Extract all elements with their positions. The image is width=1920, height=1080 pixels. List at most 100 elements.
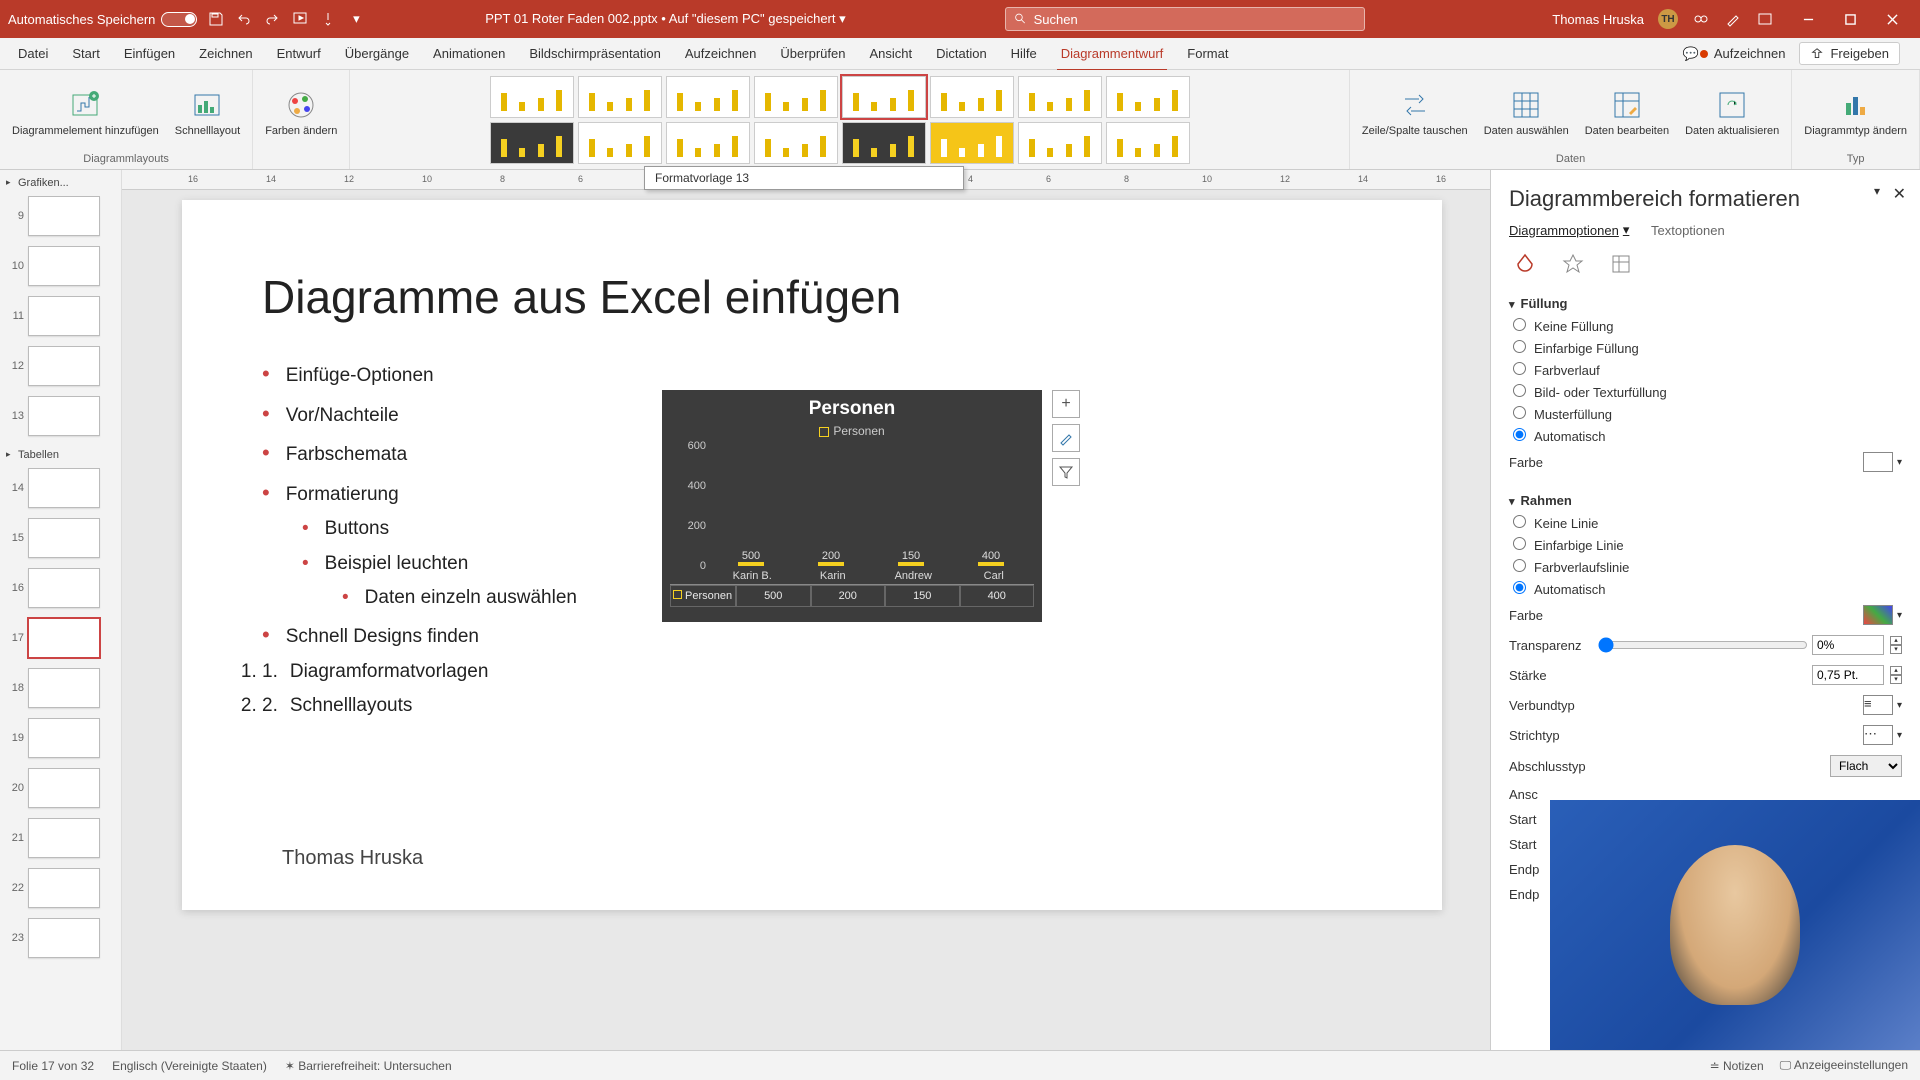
slide-thumb-9[interactable]: 9 [6, 196, 115, 236]
border-color-picker[interactable] [1863, 605, 1893, 625]
quick-layout-button[interactable]: Schnelllayout [169, 85, 246, 142]
chart-style-6[interactable] [930, 76, 1014, 118]
slide-thumb-21[interactable]: 21 [6, 818, 115, 858]
share-button[interactable]: Freigeben [1799, 42, 1900, 65]
section-grafiken[interactable]: Grafiken... [0, 174, 121, 192]
chart-style-9[interactable] [490, 122, 574, 164]
language-indicator[interactable]: Englisch (Vereinigte Staaten) [112, 1059, 267, 1073]
slide-canvas[interactable]: Diagramme aus Excel einfügen Einfüge-Opt… [182, 200, 1442, 910]
chart-style-16[interactable] [1106, 122, 1190, 164]
border-section-head[interactable]: Rahmen [1509, 489, 1902, 512]
chart-style-8[interactable] [1106, 76, 1190, 118]
select-data-button[interactable]: Daten auswählen [1478, 85, 1575, 142]
tab-animationen[interactable]: Animationen [421, 38, 517, 70]
pane-collapse-icon[interactable]: ▾ [1874, 184, 1880, 198]
fp-tab-chart-options[interactable]: Diagrammoptionen ▾ [1509, 222, 1629, 238]
slide-counter[interactable]: Folie 17 von 32 [12, 1059, 94, 1073]
slide-thumb-10[interactable]: 10 [6, 246, 115, 286]
compound-dropdown[interactable]: ≡ [1863, 695, 1893, 715]
transparency-input[interactable] [1812, 635, 1884, 655]
change-colors-button[interactable]: Farben ändern [259, 85, 343, 142]
user-avatar[interactable]: TH [1658, 9, 1678, 29]
tab-format[interactable]: Format [1175, 38, 1240, 70]
change-chart-type-button[interactable]: Diagrammtyp ändern [1798, 85, 1913, 142]
fill-pattern[interactable]: Musterfüllung [1509, 403, 1902, 425]
fill-none[interactable]: Keine Füllung [1509, 315, 1902, 337]
maximize-button[interactable] [1830, 7, 1870, 31]
save-icon[interactable] [207, 10, 225, 28]
search-input[interactable] [1034, 12, 1357, 27]
redo-icon[interactable] [263, 10, 281, 28]
refresh-data-button[interactable]: Daten aktualisieren [1679, 85, 1785, 142]
chart-filter-button[interactable] [1052, 458, 1080, 486]
chart-style-1[interactable] [490, 76, 574, 118]
slide-thumb-12[interactable]: 12 [6, 346, 115, 386]
user-name[interactable]: Thomas Hruska [1552, 12, 1644, 27]
notes-button[interactable]: ≐ Notizen [1710, 1059, 1764, 1073]
transparency-slider[interactable] [1598, 637, 1808, 653]
close-button[interactable] [1872, 7, 1912, 31]
size-props-icon[interactable] [1605, 248, 1637, 280]
chart-style-12[interactable] [754, 122, 838, 164]
tab-zeichnen[interactable]: Zeichnen [187, 38, 264, 70]
tab-bildschirmpraesentation[interactable]: Bildschirmpräsentation [517, 38, 673, 70]
section-tabellen[interactable]: Tabellen [0, 446, 121, 464]
pane-close-icon[interactable]: ✕ [1893, 184, 1906, 204]
chart-style-14[interactable] [930, 122, 1014, 164]
chart-style-2[interactable] [578, 76, 662, 118]
ribbon-display-icon[interactable] [1756, 10, 1774, 28]
slide-thumb-19[interactable]: 19 [6, 718, 115, 758]
fill-gradient[interactable]: Farbverlauf [1509, 359, 1902, 381]
border-solid[interactable]: Einfarbige Linie [1509, 534, 1902, 556]
slide-thumb-23[interactable]: 23 [6, 918, 115, 958]
chart-style-4[interactable] [754, 76, 838, 118]
minimize-button[interactable] [1788, 7, 1828, 31]
chart-style-13[interactable] [842, 122, 926, 164]
accessibility-check[interactable]: ✶ Barrierefreiheit: Untersuchen [285, 1059, 452, 1073]
fill-line-icon[interactable] [1509, 248, 1541, 280]
autosave-toggle[interactable]: Automatisches Speichern [8, 12, 197, 27]
border-none[interactable]: Keine Linie [1509, 512, 1902, 534]
tab-entwurf[interactable]: Entwurf [265, 38, 333, 70]
fill-color-picker[interactable] [1863, 452, 1893, 472]
tab-ueberpruefen[interactable]: Überprüfen [768, 38, 857, 70]
from-beginning-icon[interactable] [291, 10, 309, 28]
chart-style-3[interactable] [666, 76, 750, 118]
slide-thumb-13[interactable]: 13 [6, 396, 115, 436]
search-box[interactable] [1005, 7, 1365, 31]
pen-icon[interactable] [1724, 10, 1742, 28]
coming-soon-icon[interactable] [1692, 10, 1710, 28]
tab-datei[interactable]: Datei [6, 38, 60, 70]
border-gradient[interactable]: Farbverlaufslinie [1509, 556, 1902, 578]
tab-ansicht[interactable]: Ansicht [857, 38, 924, 70]
chart-style-11[interactable] [666, 122, 750, 164]
chart-style-5[interactable] [842, 76, 926, 118]
cap-select[interactable]: Flach [1830, 755, 1902, 777]
swap-row-col-button[interactable]: Zeile/Spalte tauschen [1356, 85, 1474, 142]
chart-style-7[interactable] [1018, 76, 1102, 118]
chart-styles-button[interactable] [1052, 424, 1080, 452]
embedded-chart[interactable]: Personen Personen 6004002000 50020015040… [662, 390, 1042, 622]
edit-data-button[interactable]: Daten bearbeiten [1579, 85, 1675, 142]
touch-mode-icon[interactable] [319, 10, 337, 28]
tab-uebergaenge[interactable]: Übergänge [333, 38, 421, 70]
tab-start[interactable]: Start [60, 38, 111, 70]
display-settings[interactable]: 🖵 Anzeigeeinstellungen [1780, 1058, 1908, 1073]
tab-einfuegen[interactable]: Einfügen [112, 38, 187, 70]
slide-thumb-20[interactable]: 20 [6, 768, 115, 808]
tab-hilfe[interactable]: Hilfe [999, 38, 1049, 70]
fill-picture[interactable]: Bild- oder Texturfüllung [1509, 381, 1902, 403]
undo-icon[interactable] [235, 10, 253, 28]
chart-style-10[interactable] [578, 122, 662, 164]
chart-elements-button[interactable]: + [1052, 390, 1080, 418]
dash-dropdown[interactable]: ⋯ [1863, 725, 1893, 745]
record-button[interactable]: Aufzeichnen [1700, 46, 1786, 61]
chart-style-15[interactable] [1018, 122, 1102, 164]
slide-thumb-22[interactable]: 22 [6, 868, 115, 908]
add-chart-element-button[interactable]: Diagrammelement hinzufügen [6, 85, 165, 142]
slide-thumb-11[interactable]: 11 [6, 296, 115, 336]
fp-tab-text-options[interactable]: Textoptionen [1651, 223, 1725, 238]
width-input[interactable] [1812, 665, 1884, 685]
tab-diagrammentwurf[interactable]: Diagrammentwurf [1049, 38, 1176, 70]
slide-thumb-17[interactable]: 17 [6, 618, 115, 658]
